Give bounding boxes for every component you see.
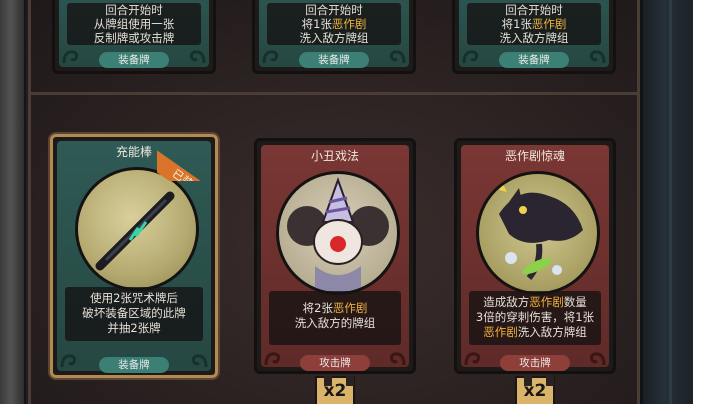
top-card-1[interactable]: 回合开始时 从牌组使用一张 反制牌或攻击牌 装备牌: [52, 0, 216, 74]
desc-line: 洗入敌方的牌组: [294, 316, 376, 330]
top-card-2[interactable]: 回合开始时 将1张恶作剧 洗入敌方牌组 装备牌: [252, 0, 416, 74]
desc-line: 回合开始时: [105, 3, 163, 17]
desc-line: 使用2张咒术牌后: [90, 291, 178, 305]
game-screen: 回合开始时 从牌组使用一张 反制牌或攻击牌 装备牌 回合开始时 将1张恶作剧 洗…: [0, 0, 693, 404]
card-title: 恶作剧惊魂: [504, 149, 565, 163]
card-count-tag: x2: [515, 376, 555, 404]
swirl-ornament-icon: [262, 50, 279, 64]
desc-line: 反制牌或攻击牌: [93, 31, 175, 45]
desc-line: 恶作剧洗入敌方牌组: [483, 325, 587, 339]
desc-line: 将1张恶作剧: [501, 17, 567, 31]
card-art-clown: [276, 171, 400, 295]
desc-line: 回合开始时: [305, 3, 363, 17]
desc-line: 将1张恶作剧: [301, 17, 367, 31]
clown-icon: [287, 177, 389, 292]
card-title: 小丑戏法: [310, 149, 359, 163]
desc-line: 洗入敌方牌组: [499, 31, 569, 45]
swirl-ornament-icon: [589, 352, 606, 366]
equipped-badge: 已装备: [157, 137, 219, 181]
card-type-label: 装备牌: [99, 52, 169, 68]
card-type-label: 装备牌: [299, 52, 369, 68]
card-description: 将2张恶作剧 洗入敌方的牌组: [269, 291, 401, 345]
swirl-ornament-icon: [62, 50, 79, 64]
desc-line: 将2张恶作剧: [302, 301, 368, 315]
swirl-ornament-icon: [264, 352, 281, 366]
card-art-wand: [75, 167, 199, 291]
equipped-badge-label: 已装备: [157, 149, 219, 181]
desc-line: 破坏装备区域的此牌: [82, 306, 186, 320]
desc-line: 回合开始时: [505, 3, 563, 17]
desc-line: 造成敌方恶作剧数量: [483, 295, 587, 309]
top-card-3[interactable]: 回合开始时 将1张恶作剧 洗入敌方牌组 装备牌: [452, 0, 616, 74]
cat-icon: [499, 184, 583, 280]
swirl-ornament-icon: [191, 354, 208, 368]
card-description: 回合开始时 将1张恶作剧 洗入敌方牌组: [467, 3, 601, 45]
card-type-label: 攻击牌: [500, 355, 570, 371]
desc-line: 3倍的穿刺伤害，将1张: [475, 310, 595, 324]
card-clown-trick[interactable]: 小丑戏法 将2张恶作剧 洗入敌方的牌组 攻击牌: [254, 138, 416, 374]
row-divider: [30, 92, 638, 95]
wand-icon: [95, 191, 175, 271]
desc-line: 洗入敌方牌组: [299, 31, 369, 45]
desc-line: 并抽2张牌: [107, 321, 161, 335]
card-type-label: 攻击牌: [300, 355, 370, 371]
swirl-ornament-icon: [589, 50, 606, 64]
swirl-ornament-icon: [462, 50, 479, 64]
card-type-label: 装备牌: [99, 357, 169, 373]
swirl-ornament-icon: [189, 50, 206, 64]
card-art-cat: [476, 171, 600, 295]
swirl-ornament-icon: [389, 352, 406, 366]
card-prank-scare[interactable]: 恶作剧惊魂 造成敌方恶作剧数量 3倍的穿刺伤害，将1张 恶作剧洗入敌方牌组 攻击…: [454, 138, 616, 374]
card-type-label: 装备牌: [499, 52, 569, 68]
card-description: 造成敌方恶作剧数量 3倍的穿刺伤害，将1张 恶作剧洗入敌方牌组: [469, 291, 601, 345]
card-description: 回合开始时 将1张恶作剧 洗入敌方牌组: [267, 3, 401, 45]
card-count-tag: x2: [315, 376, 355, 404]
swirl-ornament-icon: [60, 354, 77, 368]
left-border: [0, 0, 26, 404]
swirl-ornament-icon: [389, 50, 406, 64]
card-description: 使用2张咒术牌后 破坏装备区域的此牌 并抽2张牌: [65, 287, 203, 341]
swirl-ornament-icon: [464, 352, 481, 366]
desc-line: 从牌组使用一张: [93, 17, 175, 31]
right-border: [640, 0, 693, 404]
card-description: 回合开始时 从牌组使用一张 反制牌或攻击牌: [67, 3, 201, 45]
